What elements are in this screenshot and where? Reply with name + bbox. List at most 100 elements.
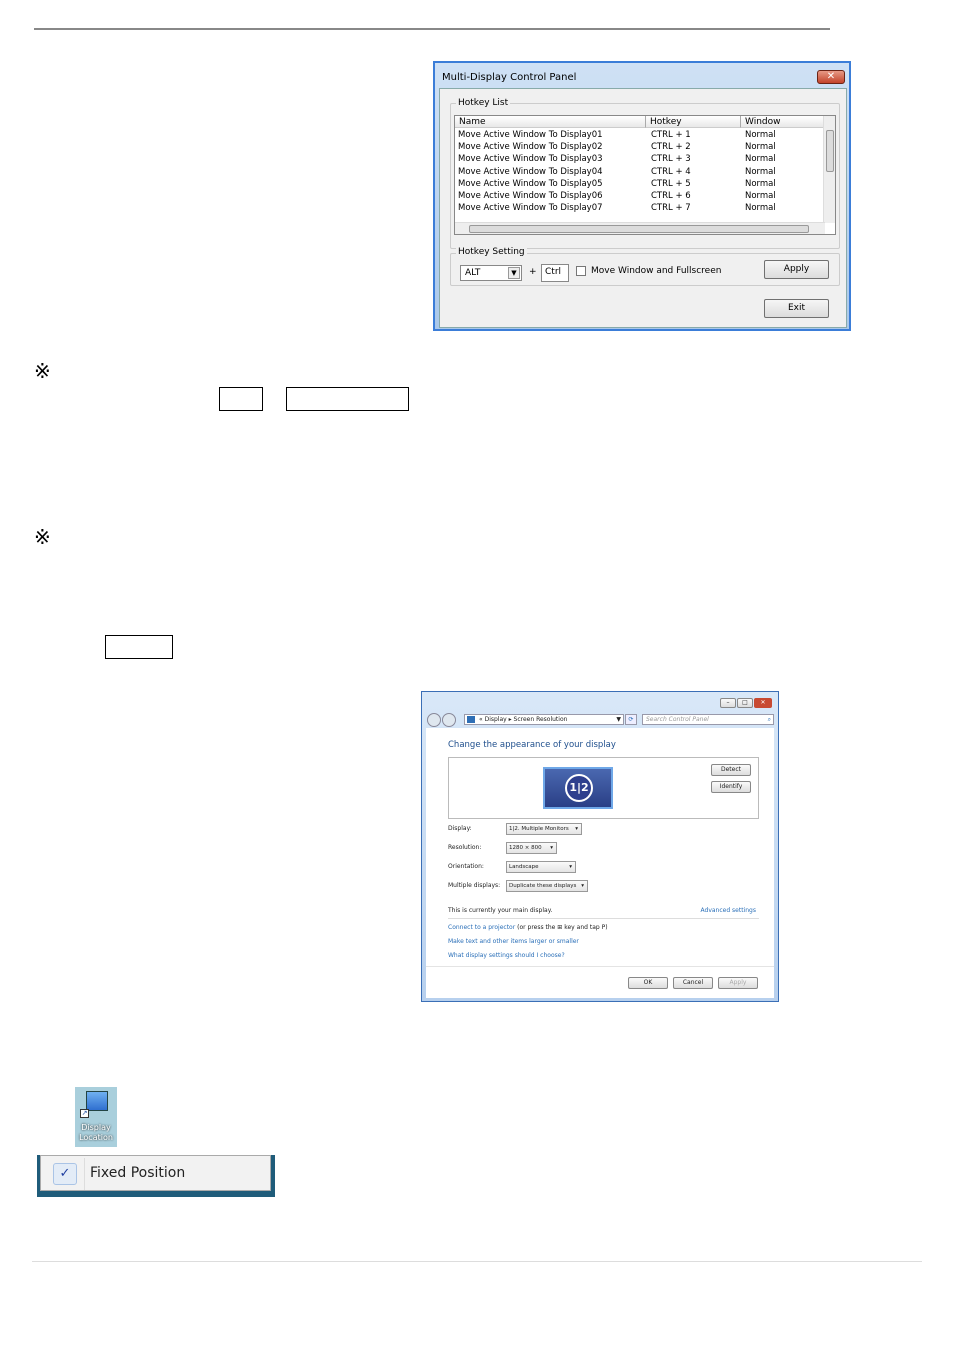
field-select[interactable]: 1|2. Multiple Monitors ▾: [506, 823, 582, 835]
chevron-down-icon: ▾: [581, 883, 584, 889]
search-input[interactable]: Search Control Panel ⌕: [642, 714, 774, 725]
table-cell: Move Active Window To Display06: [458, 191, 603, 201]
table-cell: Move Active Window To Display04: [458, 166, 603, 177]
note-mark: ※: [34, 359, 51, 383]
bottom-rule: [32, 1261, 922, 1262]
multi-display-control-panel-window: Multi-Display Control Panel ✕ Hotkey Lis…: [433, 61, 851, 331]
field-label: Multiple displays:: [448, 882, 501, 889]
hotkey-list[interactable]: Name Hotkey Window Move Active Window To…: [454, 115, 836, 235]
apply-button[interactable]: Apply: [718, 977, 758, 989]
breadcrumb-screen-resolution[interactable]: Screen Resolution: [514, 716, 568, 723]
back-icon[interactable]: [427, 713, 441, 727]
field-select[interactable]: Landscape ▾: [506, 861, 576, 873]
page-heading: Change the appearance of your display: [448, 740, 616, 750]
window-body: Hotkey List Name Hotkey Window Move Acti…: [439, 88, 847, 328]
screen-resolution-window: – □ ✕ « Display ▸ Screen Resolution ▼ ⟳ …: [421, 691, 779, 1002]
projector-hint-end: key and tap P): [564, 924, 608, 931]
fullscreen-checkbox-label: Move Window and Fullscreen: [591, 266, 722, 276]
table-cell: CTRL + 4: [651, 166, 691, 177]
detect-button[interactable]: Detect: [711, 764, 751, 776]
minimize-icon[interactable]: –: [720, 698, 736, 708]
table-cell: CTRL + 3: [651, 154, 691, 165]
search-icon[interactable]: ⌕: [768, 715, 771, 725]
table-cell: Normal: [745, 154, 776, 165]
forward-icon[interactable]: [442, 713, 456, 727]
table-cell: Normal: [745, 178, 776, 189]
vertical-scrollbar[interactable]: [823, 116, 835, 223]
table-cell: Normal: [745, 166, 776, 177]
main-display-text: This is currently your main display.: [448, 907, 553, 914]
table-cell: Move Active Window To Display05: [458, 178, 603, 189]
table-cell: CTRL + 5: [651, 178, 691, 189]
column-window[interactable]: Window: [741, 116, 825, 128]
field-select[interactable]: 1280 × 800 ▾: [506, 842, 557, 854]
chevron-down-icon: ▾: [550, 845, 553, 851]
table-cell: Move Active Window To Display07: [458, 203, 603, 214]
advanced-settings-link[interactable]: Advanced settings: [701, 907, 756, 914]
field-label: Display:: [448, 825, 472, 832]
address-bar[interactable]: « Display ▸ Screen Resolution ▼: [464, 714, 624, 725]
table-cell: Normal: [745, 130, 776, 140]
search-placeholder: Search Control Panel: [646, 716, 709, 723]
breadcrumb-display[interactable]: Display: [485, 716, 507, 723]
column-hotkey[interactable]: Hotkey: [646, 116, 741, 128]
note-mark: ※: [34, 525, 51, 549]
table-cell: Move Active Window To Display03: [458, 154, 603, 165]
context-menu: ✓ Fixed Position: [40, 1155, 271, 1191]
field-label: Orientation:: [448, 863, 484, 870]
exit-button[interactable]: Exit: [764, 299, 829, 318]
hotkey-list-label: Hotkey List: [456, 98, 511, 108]
divider: [426, 966, 774, 967]
taskbar-background: ✓ Fixed Position: [37, 1155, 275, 1197]
ok-button[interactable]: OK: [628, 977, 668, 989]
blank-box: [105, 635, 173, 659]
monitor-number-badge: 1|2: [565, 774, 593, 802]
maximize-icon[interactable]: □: [737, 698, 753, 708]
blank-box: [286, 387, 409, 411]
modifier-select[interactable]: ALT ▼: [460, 265, 522, 281]
close-icon[interactable]: ✕: [754, 698, 772, 708]
field-value: Landscape: [509, 864, 539, 870]
window-title: Multi-Display Control Panel: [442, 72, 577, 83]
display-preview-area: 1|2 Detect Identify: [448, 757, 759, 819]
chevron-down-icon[interactable]: ▼: [616, 715, 621, 725]
key-field[interactable]: Ctrl: [541, 264, 569, 282]
shortcut-arrow-icon: ↗: [80, 1109, 89, 1118]
scroll-thumb[interactable]: [469, 225, 809, 233]
table-cell: Normal: [745, 142, 776, 153]
table-cell: Move Active Window To Display02: [458, 142, 603, 153]
window-body: Change the appearance of your display 1|…: [426, 728, 774, 998]
refresh-icon[interactable]: ⟳: [625, 714, 637, 725]
menu-item-fixed-position[interactable]: Fixed Position: [90, 1165, 185, 1181]
fullscreen-checkbox[interactable]: [576, 266, 586, 276]
desktop-icon-label: Display Location: [79, 1123, 113, 1142]
hotkey-setting-label: Hotkey Setting: [456, 247, 527, 257]
monitor-preview[interactable]: 1|2: [543, 767, 613, 809]
checkmark-icon[interactable]: ✓: [53, 1163, 77, 1185]
column-name[interactable]: Name: [455, 116, 646, 128]
table-cell: CTRL + 2: [651, 142, 691, 153]
blank-box: [219, 387, 263, 411]
menu-separator: [84, 1158, 85, 1190]
table-cell: CTRL + 6: [651, 191, 691, 201]
control-panel-icon: [467, 716, 475, 723]
chevron-down-icon[interactable]: ▼: [508, 267, 520, 279]
field-label: Resolution:: [448, 844, 482, 851]
field-select[interactable]: Duplicate these displays ▾: [506, 880, 588, 892]
connect-projector-link[interactable]: Connect to a projector: [448, 924, 515, 931]
identify-button[interactable]: Identify: [711, 781, 751, 793]
display-settings-help-link[interactable]: What display settings should I choose?: [448, 952, 565, 959]
apply-button[interactable]: Apply: [764, 260, 829, 279]
scroll-thumb[interactable]: [826, 130, 834, 172]
top-rule: [34, 28, 830, 30]
table-cell: Normal: [745, 191, 776, 201]
close-icon[interactable]: ✕: [817, 70, 845, 84]
modifier-select-value: ALT: [465, 268, 481, 278]
field-value: Duplicate these displays: [509, 883, 577, 889]
horizontal-scrollbar[interactable]: [455, 222, 825, 234]
table-cell: Normal: [745, 203, 776, 214]
field-value: 1280 × 800: [509, 845, 542, 851]
cancel-button[interactable]: Cancel: [673, 977, 713, 989]
text-size-link[interactable]: Make text and other items larger or smal…: [448, 938, 579, 945]
display-location-shortcut[interactable]: ↗ Display Location: [75, 1087, 117, 1147]
